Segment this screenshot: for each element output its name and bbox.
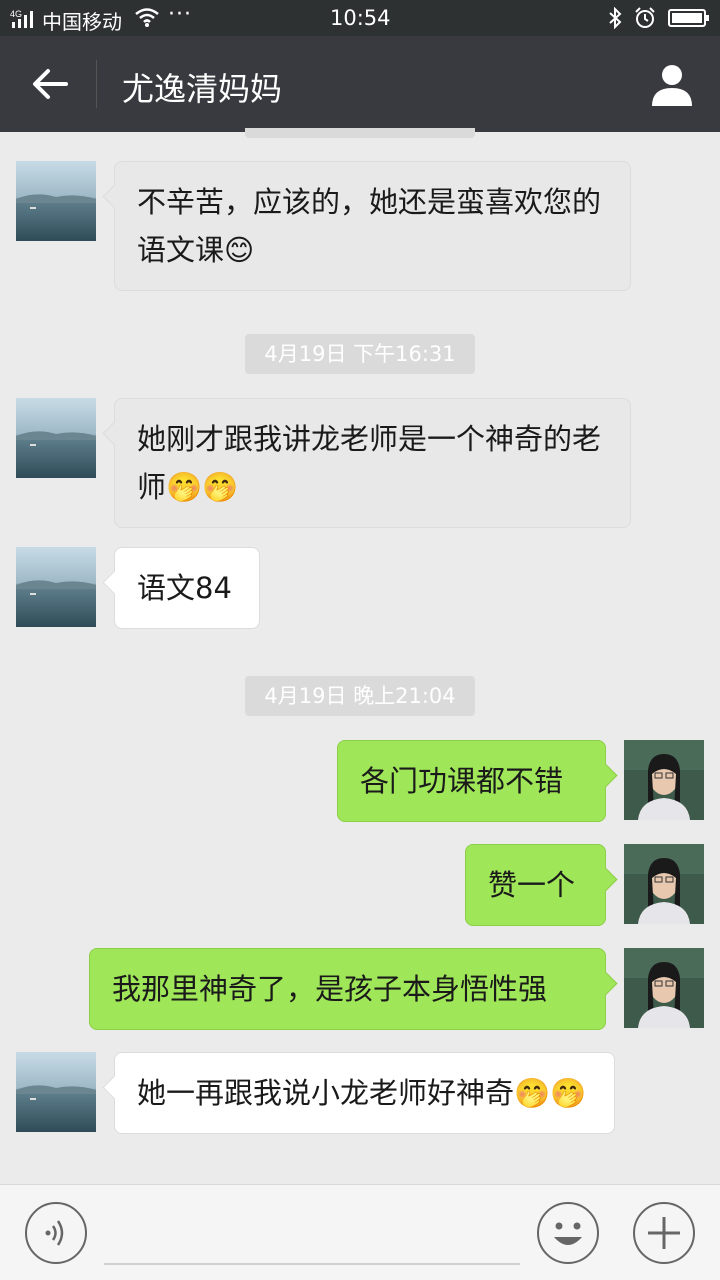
my-avatar[interactable] bbox=[624, 844, 704, 924]
alarm-icon bbox=[635, 7, 655, 28]
clock: 10:54 bbox=[330, 6, 391, 30]
back-arrow-icon[interactable] bbox=[28, 62, 72, 106]
contact-avatar[interactable] bbox=[16, 161, 96, 241]
message-bubble[interactable]: 不辛苦，应该的，她还是蛮喜欢您的语文课😊 bbox=[114, 161, 631, 291]
contact-avatar[interactable] bbox=[16, 547, 96, 627]
bluetooth-icon bbox=[609, 7, 622, 29]
message-bubble[interactable]: 我那里神奇了，是孩子本身悟性强 bbox=[89, 948, 606, 1030]
header-divider bbox=[96, 60, 97, 108]
message-bubble[interactable]: 她一再跟我说小龙老师好神奇🤭🤭 bbox=[114, 1052, 615, 1134]
message-bubble[interactable]: 赞一个 bbox=[465, 844, 606, 926]
chat-title: 尤逸清妈妈 bbox=[122, 70, 283, 108]
message-bubble[interactable]: 语文84 bbox=[114, 547, 260, 629]
my-avatar[interactable] bbox=[624, 740, 704, 820]
message-bubble[interactable]: 各门功课都不错 bbox=[337, 740, 606, 822]
profile-icon[interactable] bbox=[648, 60, 696, 108]
timestamp-partial bbox=[245, 128, 475, 138]
wifi-icon bbox=[135, 8, 159, 27]
message-input[interactable] bbox=[104, 1201, 520, 1265]
status-bar: 4G 中国移动 ··· 10:54 bbox=[0, 0, 720, 36]
my-avatar[interactable] bbox=[624, 948, 704, 1028]
contact-avatar[interactable] bbox=[16, 398, 96, 478]
voice-icon[interactable] bbox=[24, 1201, 88, 1265]
chat-header: 尤逸清妈妈 bbox=[0, 36, 720, 132]
message-bubble[interactable]: 她刚才跟我讲龙老师是一个神奇的老师🤭🤭 bbox=[114, 398, 631, 528]
signal-icon: 4G bbox=[10, 9, 33, 28]
emoji-icon[interactable] bbox=[536, 1201, 600, 1265]
svg-text:4G: 4G bbox=[10, 9, 22, 19]
timestamp: 4月19日 晚上21:04 bbox=[245, 676, 475, 716]
plus-icon[interactable] bbox=[632, 1201, 696, 1265]
contact-avatar[interactable] bbox=[16, 1052, 96, 1132]
timestamp: 4月19日 下午16:31 bbox=[245, 334, 475, 374]
carrier-name: 中国移动 bbox=[42, 10, 122, 34]
battery-icon bbox=[668, 9, 709, 27]
input-bar bbox=[0, 1184, 720, 1280]
more-notifications-icon: ··· bbox=[168, 2, 192, 27]
